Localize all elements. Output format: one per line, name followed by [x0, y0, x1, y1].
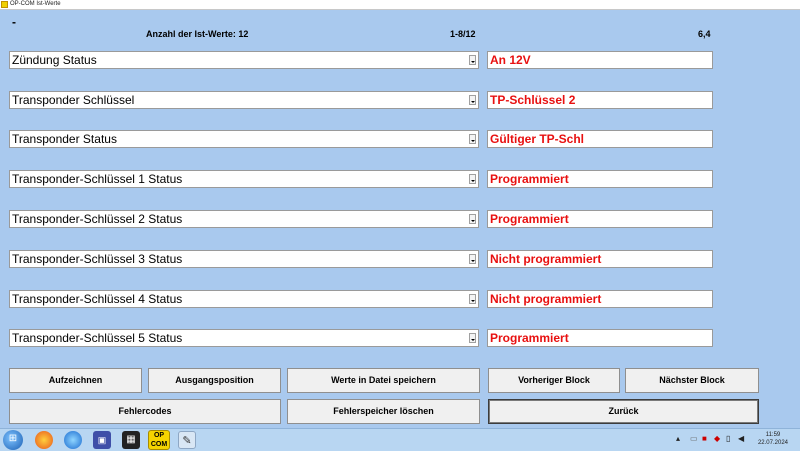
tray-chevron-icon[interactable]: ▴ [676, 434, 680, 444]
value-select-label: Zündung Status [12, 53, 97, 67]
opcom-icon-line2: COM [150, 441, 168, 448]
record-button[interactable]: Aufzeichnen [9, 368, 142, 393]
fault-codes-button[interactable]: Fehlercodes [9, 399, 281, 424]
back-button[interactable]: Zurück [488, 399, 759, 424]
chevron-down-icon[interactable] [469, 294, 476, 304]
value-select-label: Transponder-Schlüssel 1 Status [12, 172, 183, 186]
value-display-1: An 12V [487, 51, 713, 69]
value-display-3: Gültiger TP-Schl [487, 130, 713, 148]
clock-time: 11:59 [765, 432, 781, 438]
value-select-2[interactable]: Transponder Schlüssel [9, 91, 479, 109]
value-select-label: Transponder-Schlüssel 4 Status [12, 292, 183, 306]
browser-icon[interactable] [64, 431, 82, 449]
clear-fault-memory-button[interactable]: Fehlerspeicher löschen [287, 399, 480, 424]
tool-icon[interactable]: ✎ [178, 431, 196, 449]
opcom-icon-line1: OP [153, 432, 165, 439]
volume-icon[interactable]: ◀ [738, 434, 744, 444]
values-range: 1-8/12 [450, 29, 476, 39]
value-select-5[interactable]: Transponder-Schlüssel 2 Status [9, 210, 479, 228]
version-label: 6,4 [698, 29, 711, 39]
apps-icon[interactable]: ▦ [122, 431, 140, 449]
value-display-7: Nicht programmiert [487, 290, 713, 308]
value-select-1[interactable]: Zündung Status [9, 51, 479, 69]
next-block-button[interactable]: Nächster Block [625, 368, 759, 393]
chevron-down-icon[interactable] [469, 254, 476, 264]
save-icon[interactable]: ▣ [93, 431, 111, 449]
save-to-file-button[interactable]: Werte in Datei speichern [287, 368, 480, 393]
previous-block-button[interactable]: Vorheriger Block [488, 368, 620, 393]
firefox-icon[interactable] [35, 431, 53, 449]
value-display-6: Nicht programmiert [487, 250, 713, 268]
value-display-4: Programmiert [487, 170, 713, 188]
chevron-down-icon[interactable] [469, 134, 476, 144]
clock-date: 22.07.2024 [757, 440, 788, 446]
chevron-down-icon[interactable] [469, 333, 476, 343]
value-select-label: Transponder-Schlüssel 2 Status [12, 212, 183, 226]
chevron-down-icon[interactable] [469, 95, 476, 105]
start-position-button[interactable]: Ausgangsposition [148, 368, 281, 393]
taskbar: ⊞ ▣ ▦ OP COM ✎ ▴ ▭ ■ ◆ ▯ ◀ 11:59 22.07.2… [0, 428, 800, 451]
value-display-2: TP-Schlüssel 2 [487, 91, 713, 109]
chevron-down-icon[interactable] [469, 174, 476, 184]
shield-icon[interactable]: ■ [702, 434, 707, 444]
window-title: OP-COM Ist-Werte [10, 1, 61, 7]
value-select-7[interactable]: Transponder-Schlüssel 4 Status [9, 290, 479, 308]
value-select-label: Transponder Status [12, 132, 117, 146]
value-select-8[interactable]: Transponder-Schlüssel 5 Status [9, 329, 479, 347]
system-clock[interactable]: 11:59 22.07.2024 [758, 431, 788, 447]
value-display-8: Programmiert [487, 329, 713, 347]
value-select-label: Transponder-Schlüssel 5 Status [12, 331, 183, 345]
value-select-label: Transponder Schlüssel [12, 93, 135, 107]
value-select-label: Transponder-Schlüssel 3 Status [12, 252, 183, 266]
value-select-6[interactable]: Transponder-Schlüssel 3 Status [9, 250, 479, 268]
values-count-label: Anzahl der Ist-Werte: 12 [146, 29, 249, 39]
value-display-5: Programmiert [487, 210, 713, 228]
start-icon[interactable]: ⊞ [3, 430, 23, 450]
window-titlebar: OP-COM Ist-Werte [0, 0, 800, 10]
value-select-3[interactable]: Transponder Status [9, 130, 479, 148]
chevron-down-icon[interactable] [469, 214, 476, 224]
chevron-down-icon[interactable] [469, 55, 476, 65]
value-select-4[interactable]: Transponder-Schlüssel 1 Status [9, 170, 479, 188]
display-icon[interactable]: ▯ [726, 434, 730, 444]
opcom-icon[interactable]: OP COM [148, 430, 170, 450]
app-icon [1, 1, 8, 8]
security-icon[interactable]: ◆ [714, 434, 720, 444]
network-icon[interactable]: ▭ [690, 434, 698, 444]
header-dash: - [12, 15, 16, 29]
